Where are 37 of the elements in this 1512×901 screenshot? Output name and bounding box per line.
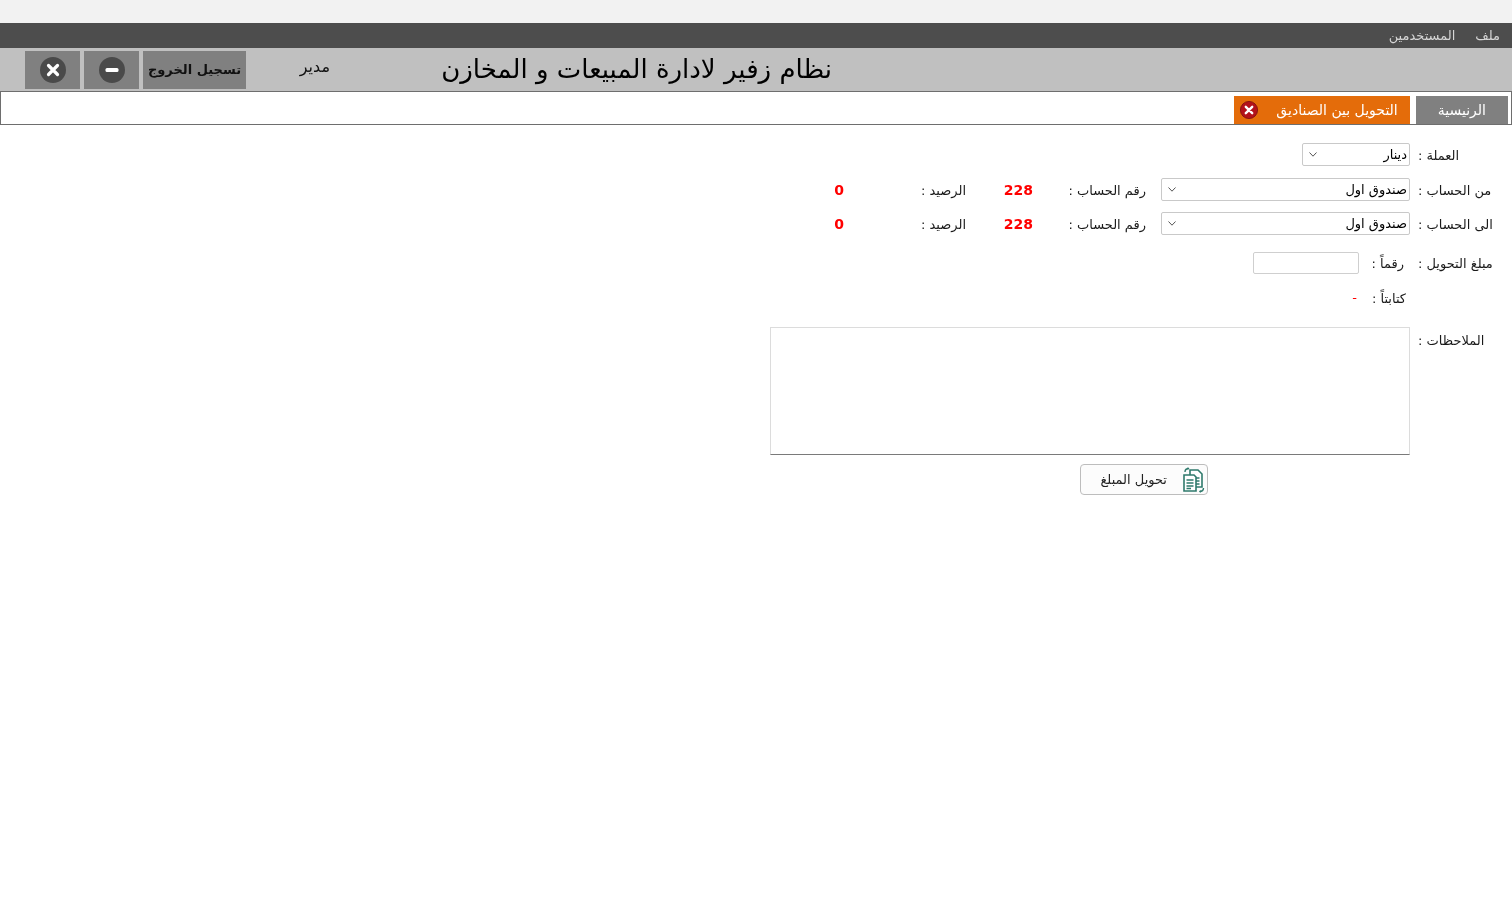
transfer-button[interactable]: تحويل المبلغ	[1080, 464, 1208, 495]
menu-item[interactable]: المستخدمين	[1388, 25, 1456, 46]
account-dropdown[interactable]: صندوق اول	[1161, 212, 1410, 235]
app-title: نظام زفير لادارة المبيعات و المخازن	[441, 53, 832, 87]
tab[interactable]: التحويل بين الصناديق	[1234, 96, 1410, 124]
minimize-button[interactable]	[84, 50, 139, 89]
tab[interactable]: الرنيسية	[1415, 96, 1508, 124]
chevron-down-icon	[1168, 221, 1176, 226]
documents-icon	[1181, 466, 1205, 493]
notes-field[interactable]	[770, 327, 1410, 455]
account-dropdown[interactable]: صندوق اول	[1161, 178, 1410, 201]
balance-value: 0	[834, 181, 844, 198]
balance-value: 0	[834, 215, 844, 232]
balance-label: الرصيد :	[920, 216, 966, 232]
close-button[interactable]	[25, 50, 80, 89]
account-number-label: رقم الحساب :	[1068, 216, 1146, 232]
chevron-down-icon	[1168, 187, 1176, 192]
numeric-label: رقماً :	[1371, 256, 1404, 271]
menu-item[interactable]: ملف	[1475, 25, 1500, 46]
words-value: -	[1352, 289, 1358, 308]
words-label: كتابتاً :	[1371, 291, 1406, 306]
currency-label: العملة :	[1418, 147, 1460, 163]
account-number: 228	[1003, 215, 1033, 232]
amount-field[interactable]	[1253, 252, 1359, 274]
amount-label: مبلغ التحويل :	[1418, 256, 1493, 271]
minus-circle-icon	[98, 56, 125, 83]
account-number: 228	[1003, 181, 1033, 198]
close-icon	[39, 56, 66, 83]
currency-dropdown[interactable]: دينار	[1302, 143, 1410, 166]
account-label: الى الحساب :	[1418, 216, 1493, 232]
account-number-label: رقم الحساب :	[1068, 182, 1146, 198]
user-name: مدير	[299, 55, 330, 79]
account-label: من الحساب :	[1418, 182, 1492, 198]
chevron-down-icon	[1309, 152, 1317, 157]
balance-label: الرصيد :	[920, 182, 966, 198]
logout-button[interactable]: تسجيل الخروج	[143, 50, 246, 89]
notes-label: الملاحظات :	[1418, 333, 1485, 348]
